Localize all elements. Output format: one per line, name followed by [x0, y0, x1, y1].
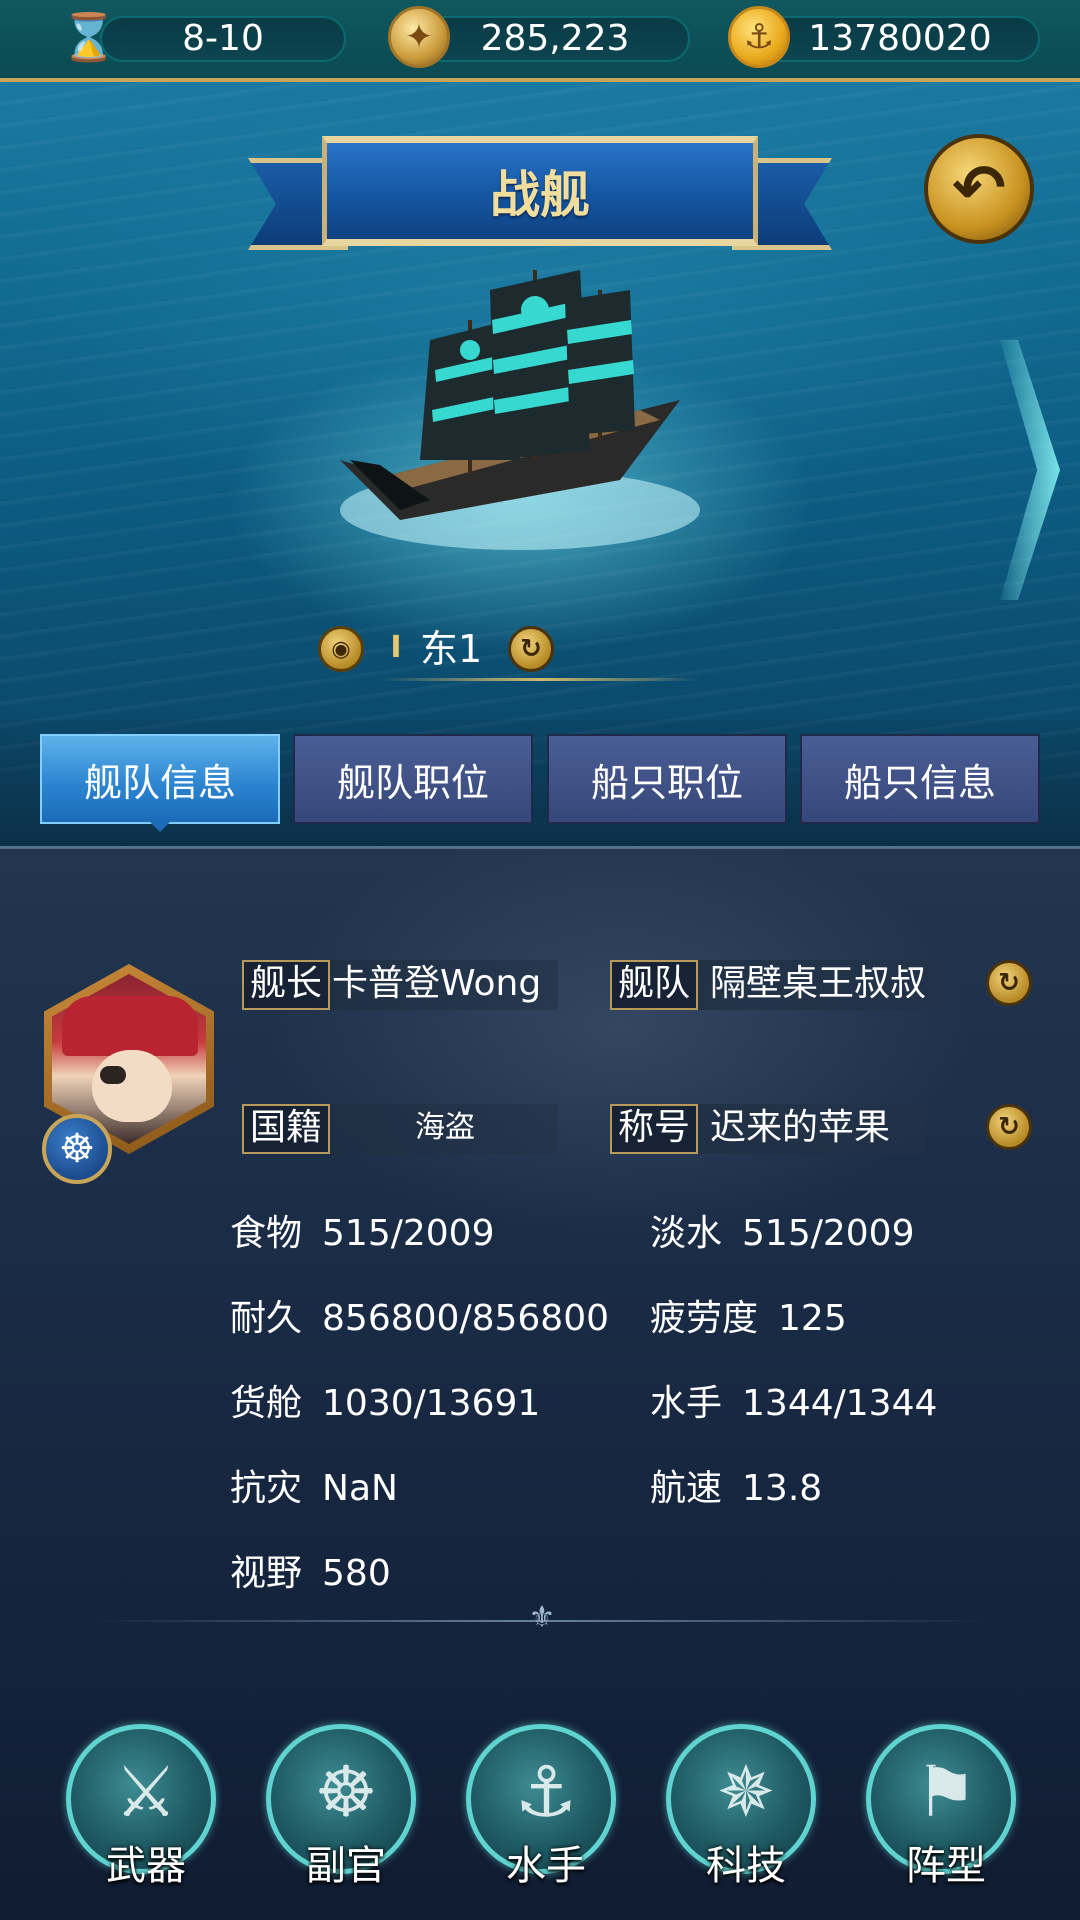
stat-food: 食物 515/2009: [230, 1212, 494, 1256]
refresh-icon: ↻: [998, 1112, 1020, 1142]
coin-resource-value: 13780020: [808, 18, 992, 59]
tab-ship-info-label: 船只信息: [843, 760, 996, 805]
resource-bar: 8-10 ⌛ 285,223 ✦ 13780020 ⚓: [0, 0, 1080, 82]
sword-icon: ⚔: [114, 1751, 178, 1833]
ship-wheel-icon: ☸: [59, 1126, 95, 1172]
stat-disaster-resist-value: NaN: [322, 1468, 398, 1509]
stat-water-label: 淡水: [650, 1213, 723, 1254]
flag-icon: ⚑: [914, 1751, 978, 1833]
hourglass-icon: ⌛: [60, 9, 118, 64]
stat-sailors: 水手 1344/1344: [650, 1382, 937, 1426]
formation-label: 阵型: [906, 1843, 986, 1889]
tab-fleet-position[interactable]: 舰队职位: [293, 734, 533, 824]
compass-icon: ✦: [388, 6, 450, 68]
refresh-icon: ↻: [520, 634, 542, 664]
formation-button[interactable]: ⚑ 阵型: [866, 1724, 1016, 1889]
stat-disaster-resist-label: 抗灾: [230, 1468, 303, 1509]
stat-sailors-value: 1344/1344: [742, 1383, 938, 1424]
back-button[interactable]: ↶: [924, 134, 1034, 244]
compass-resource: 285,223: [420, 16, 690, 62]
ship-name-row: ◉ I 东1 ↻: [318, 620, 718, 680]
stat-durability-value: 856800/856800: [322, 1298, 609, 1339]
captain-field: 舰长 卡普登Wong: [242, 960, 558, 1010]
coin-resource: 13780020: [760, 16, 1040, 62]
stat-vision-label: 视野: [230, 1553, 303, 1594]
page-title: 战舰: [322, 136, 758, 246]
technology-label: 科技: [706, 1843, 786, 1889]
change-fleet-button[interactable]: ↻: [986, 960, 1032, 1006]
back-arrow-icon: ↶: [952, 152, 1006, 226]
tab-fleet-info-label: 舰队信息: [83, 760, 236, 805]
title-value: 迟来的苹果: [710, 1107, 891, 1148]
nationality-value: 海盗: [415, 1110, 475, 1145]
stat-speed-value: 13.8: [742, 1468, 823, 1509]
lieutenant-button[interactable]: ☸ 副官: [266, 1724, 416, 1889]
anchor-coin-icon: ⚓: [728, 6, 790, 68]
role-badge: ☸: [42, 1114, 112, 1184]
fleet-value: 隔壁桌王叔叔: [710, 963, 927, 1004]
stat-cargo-label: 货舱: [230, 1383, 303, 1424]
nationality-field: 国籍 海盗: [242, 1104, 558, 1154]
stat-fatigue-value: 125: [778, 1298, 847, 1339]
view-ship-button[interactable]: ◉: [318, 626, 364, 672]
compass-resource-value: 285,223: [480, 18, 630, 59]
stat-fatigue-label: 疲劳度: [650, 1298, 759, 1339]
fleet-field: 舰队 隔壁桌王叔叔: [610, 960, 950, 1010]
ship-rank-mark: I: [390, 630, 402, 665]
stat-fatigue: 疲劳度 125: [650, 1297, 847, 1341]
stat-speed-label: 航速: [650, 1468, 723, 1509]
technology-button[interactable]: ✵ 科技: [666, 1724, 816, 1889]
tab-ship-position-label: 船只职位: [590, 760, 743, 805]
stat-durability-label: 耐久: [230, 1298, 303, 1339]
sailors-label: 水手: [506, 1843, 586, 1889]
stat-durability: 耐久 856800/856800: [230, 1297, 609, 1341]
ship-name-underline: [380, 678, 700, 681]
weapons-label: 武器: [106, 1843, 186, 1889]
tab-fleet-position-label: 舰队职位: [336, 760, 489, 805]
sail-emblem: [521, 296, 549, 324]
hook-icon: ⚓: [514, 1751, 578, 1833]
refresh-icon: ↻: [998, 968, 1020, 998]
stat-cargo-value: 1030/13691: [322, 1383, 541, 1424]
stat-disaster-resist: 抗灾 NaN: [230, 1467, 398, 1511]
sailors-button[interactable]: ⚓ 水手: [466, 1724, 616, 1889]
stat-food-label: 食物: [230, 1213, 303, 1254]
stat-food-value: 515/2009: [322, 1213, 495, 1254]
weapons-button[interactable]: ⚔ 武器: [66, 1724, 216, 1889]
eye-icon: ◉: [331, 636, 351, 662]
fleet-label: 舰队: [610, 960, 699, 1010]
title-field: 称号 迟来的苹果: [610, 1104, 926, 1154]
avatar-eyepatch: [100, 1066, 126, 1084]
tab-fleet-info[interactable]: 舰队信息: [40, 734, 280, 824]
time-resource-value: 8-10: [182, 18, 264, 59]
title-label: 称号: [610, 1104, 699, 1154]
captain-value: 卡普登Wong: [332, 963, 542, 1004]
stat-cargo: 货舱 1030/13691: [230, 1382, 540, 1426]
stat-water-value: 515/2009: [742, 1213, 915, 1254]
stat-sailors-label: 水手: [650, 1383, 723, 1424]
time-resource: 8-10: [100, 16, 346, 62]
rename-ship-button[interactable]: ↻: [508, 626, 554, 672]
tab-ship-position[interactable]: 船只职位: [547, 734, 787, 824]
ship-name: 东1: [420, 627, 483, 671]
sail-emblem-small: [460, 340, 480, 360]
lieutenant-label: 副官: [306, 1843, 386, 1889]
nationality-label: 国籍: [242, 1104, 331, 1154]
ship-wheel-icon: ☸: [314, 1751, 378, 1833]
fleur-ornament-icon: ⚜: [528, 1600, 556, 1635]
ship-illustration: [340, 270, 700, 550]
stat-speed: 航速 13.8: [650, 1467, 822, 1511]
avatar-face: [92, 1050, 172, 1122]
captain-label: 舰长: [242, 960, 331, 1010]
tab-ship-info[interactable]: 船只信息: [800, 734, 1040, 824]
avatar-hat: [62, 996, 198, 1056]
stat-vision: 视野 580: [230, 1552, 391, 1596]
stat-vision-value: 580: [322, 1553, 391, 1594]
change-title-button[interactable]: ↻: [986, 1104, 1032, 1150]
stat-water: 淡水 515/2009: [650, 1212, 914, 1256]
compass-icon: ✵: [716, 1751, 776, 1833]
